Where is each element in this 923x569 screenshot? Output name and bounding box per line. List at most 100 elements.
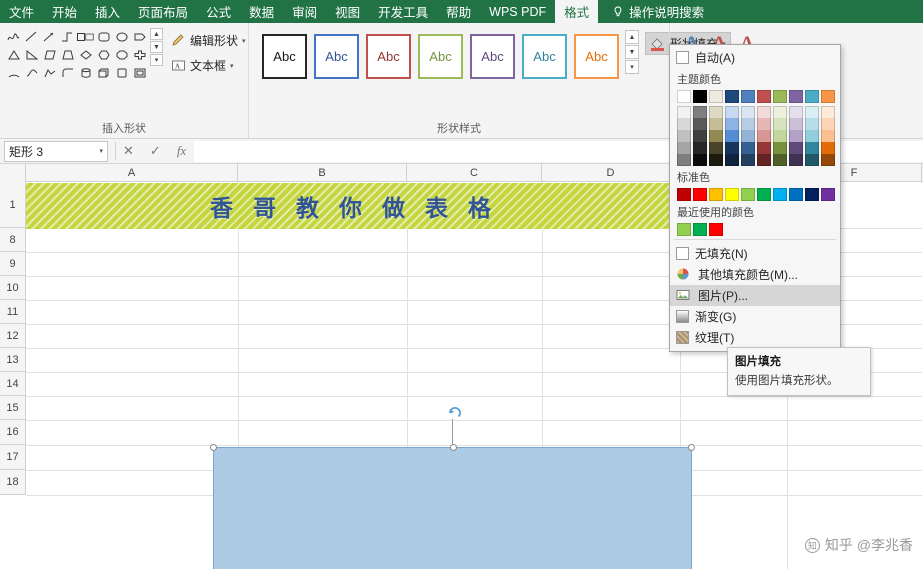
resize-handle-top-left[interactable] — [210, 444, 217, 451]
shapes-gallery[interactable] — [5, 28, 148, 81]
shape-rounded-rectangle-icon[interactable] — [95, 28, 112, 45]
menu-item-no-fill[interactable]: 无填充(N) — [670, 243, 840, 264]
name-box[interactable]: 矩形 3 ▾ — [4, 140, 108, 162]
scroll-down-icon[interactable]: ▼ — [150, 41, 163, 53]
tell-me-search[interactable]: 操作说明搜索 — [598, 0, 710, 23]
column-header-c[interactable]: C — [407, 164, 542, 182]
theme-swatch[interactable] — [757, 90, 771, 103]
row-header-12[interactable]: 12 — [0, 324, 25, 348]
theme-colors-row-0[interactable] — [670, 88, 840, 103]
dialog-launcher-icon[interactable]: ▾ — [625, 60, 639, 74]
row-header-10[interactable]: 10 — [0, 276, 25, 300]
shape-connector-icon[interactable] — [59, 28, 76, 45]
theme-swatch[interactable] — [789, 118, 803, 130]
theme-swatch[interactable] — [805, 90, 819, 103]
standard-swatch[interactable] — [757, 188, 771, 201]
tab-file[interactable]: 文件 — [0, 0, 43, 23]
theme-swatch[interactable] — [773, 106, 787, 118]
text-box-button[interactable]: A 文本框 ▾ — [167, 55, 249, 76]
theme-swatch[interactable] — [709, 154, 723, 166]
menu-item-gradient[interactable]: 渐变(G) — [670, 306, 840, 327]
tab-home[interactable]: 开始 — [43, 0, 86, 23]
theme-swatch[interactable] — [773, 90, 787, 103]
standard-swatch[interactable] — [693, 188, 707, 201]
theme-swatch[interactable] — [677, 118, 691, 130]
style-thumb-2[interactable]: Abc — [366, 34, 411, 79]
theme-swatch[interactable] — [773, 118, 787, 130]
column-header-a[interactable]: A — [26, 164, 238, 182]
standard-swatch[interactable] — [821, 188, 835, 201]
theme-swatch[interactable] — [725, 154, 739, 166]
theme-swatch[interactable] — [677, 106, 691, 118]
shape-scribble-icon[interactable] — [5, 28, 22, 45]
theme-swatch[interactable] — [773, 142, 787, 154]
row-header-11[interactable]: 11 — [0, 300, 25, 324]
shape-octagon-icon[interactable] — [113, 46, 130, 63]
menu-item-picture[interactable]: 图片(P)... — [670, 285, 840, 306]
rotate-handle-icon[interactable] — [447, 405, 463, 421]
theme-swatch[interactable] — [821, 154, 835, 166]
theme-swatch[interactable] — [821, 106, 835, 118]
theme-swatch[interactable] — [805, 142, 819, 154]
resize-handle-top-right[interactable] — [688, 444, 695, 451]
row-header-15[interactable]: 15 — [0, 396, 25, 420]
tab-formulas[interactable]: 公式 — [197, 0, 240, 23]
shape-curve-icon[interactable] — [23, 64, 40, 81]
shape-diamond-icon[interactable] — [77, 46, 94, 63]
tab-developer[interactable]: 开发工具 — [369, 0, 437, 23]
row-header-13[interactable]: 13 — [0, 348, 25, 372]
edit-shape-button[interactable]: 编辑形状 ▾ — [167, 30, 249, 51]
tab-review[interactable]: 审阅 — [283, 0, 326, 23]
theme-swatch[interactable] — [789, 154, 803, 166]
theme-swatch[interactable] — [693, 90, 707, 103]
theme-swatch[interactable] — [741, 142, 755, 154]
theme-swatch[interactable] — [789, 130, 803, 142]
theme-swatch[interactable] — [677, 142, 691, 154]
theme-swatch[interactable] — [789, 106, 803, 118]
column-header-b[interactable]: B — [238, 164, 407, 182]
row-header-17[interactable]: 17 — [0, 445, 25, 470]
shape-cube-icon[interactable] — [95, 64, 112, 81]
title-banner-cell[interactable]: 香 哥 教 你 做 表 格 — [26, 183, 681, 229]
chevron-down-icon[interactable]: ▾ — [99, 147, 103, 155]
theme-swatch[interactable] — [677, 154, 691, 166]
menu-item-more-fill-colors[interactable]: 其他填充颜色(M)... — [670, 264, 840, 285]
tab-wps-pdf[interactable]: WPS PDF — [480, 0, 555, 23]
style-thumb-4[interactable]: Abc — [470, 34, 515, 79]
select-all-corner[interactable] — [0, 164, 26, 182]
shape-bevel-icon[interactable] — [131, 64, 148, 81]
theme-swatch[interactable] — [789, 142, 803, 154]
recent-swatch[interactable] — [709, 223, 723, 236]
theme-swatch[interactable] — [757, 106, 771, 118]
theme-swatch[interactable] — [773, 130, 787, 142]
theme-colors-variants[interactable] — [670, 103, 840, 166]
theme-swatch[interactable] — [693, 118, 707, 130]
recent-swatch[interactable] — [693, 223, 707, 236]
row-header-1[interactable]: 1 — [0, 182, 25, 228]
tab-view[interactable]: 视图 — [326, 0, 369, 23]
theme-swatch[interactable] — [757, 118, 771, 130]
tab-insert[interactable]: 插入 — [86, 0, 129, 23]
selected-rectangle-shape[interactable] — [210, 444, 695, 569]
theme-swatch[interactable] — [757, 154, 771, 166]
theme-swatch[interactable] — [693, 154, 707, 166]
tab-help[interactable]: 帮助 — [437, 0, 480, 23]
shape-line-arrow-icon[interactable] — [41, 28, 58, 45]
theme-swatch[interactable] — [789, 90, 803, 103]
shape-rectangle-icon[interactable] — [77, 28, 94, 45]
shape-plus-icon[interactable] — [131, 46, 148, 63]
scroll-down-icon[interactable]: ▼ — [625, 45, 639, 59]
theme-swatch[interactable] — [757, 130, 771, 142]
theme-swatch[interactable] — [741, 118, 755, 130]
tab-data[interactable]: 数据 — [240, 0, 283, 23]
shape-parallelogram-icon[interactable] — [41, 46, 58, 63]
recent-colors-row[interactable] — [670, 221, 840, 236]
function-icon[interactable]: fx — [177, 143, 186, 159]
standard-colors-row[interactable] — [670, 186, 840, 201]
tab-page-layout[interactable]: 页面布局 — [129, 0, 197, 23]
theme-swatch[interactable] — [741, 106, 755, 118]
shape-line-icon[interactable] — [23, 28, 40, 45]
tab-format[interactable]: 格式 — [555, 0, 599, 23]
shape-hexagon-icon[interactable] — [95, 46, 112, 63]
theme-swatch[interactable] — [805, 130, 819, 142]
